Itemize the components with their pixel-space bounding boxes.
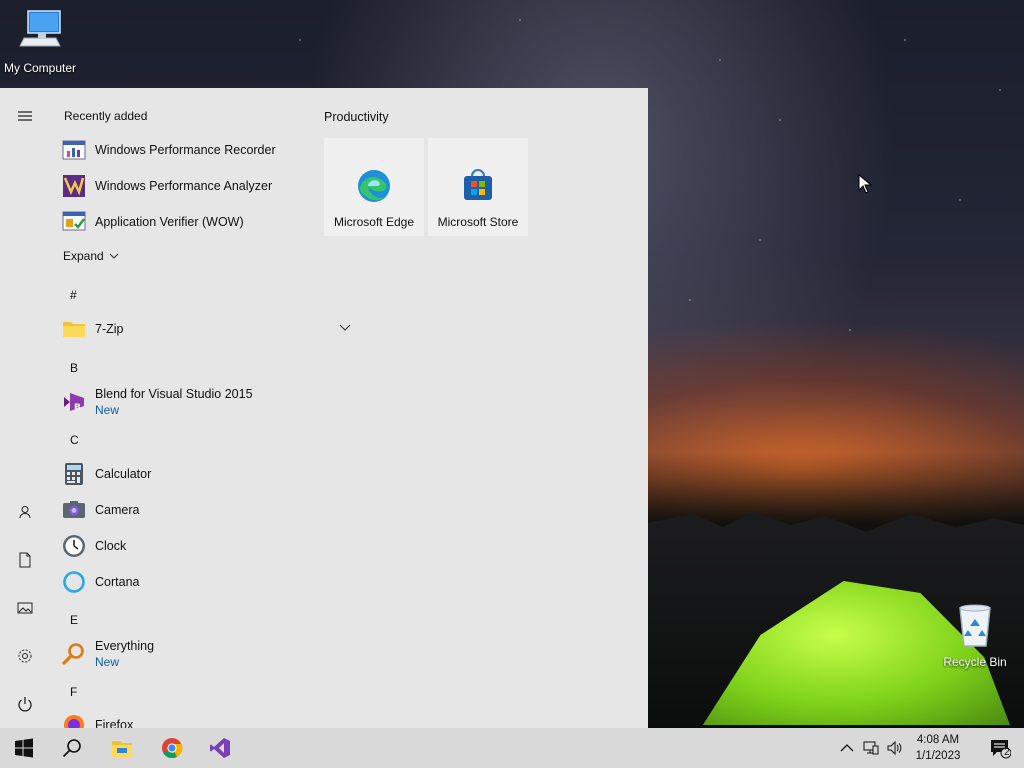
app-name: Windows Performance Recorder <box>95 143 276 157</box>
app-name: Clock <box>95 539 127 553</box>
letter-header-e[interactable]: E <box>70 613 78 627</box>
letter-label: E <box>70 613 79 627</box>
app-name: Cortana <box>95 575 140 589</box>
clock-date: 1/1/2023 <box>915 750 961 762</box>
letter-header-f[interactable]: F <box>70 685 77 699</box>
app-item-performance-analyzer[interactable]: Windows Performance Analyzer <box>62 168 302 204</box>
notification-count: 2 <box>1004 747 1010 758</box>
app-item-everything[interactable]: Everything New <box>62 636 302 672</box>
app-list: Recently added Windows Performance Recor… <box>50 88 351 728</box>
camera-icon <box>62 498 86 522</box>
tile-group-title[interactable]: Productivity <box>324 110 389 124</box>
hamburger-menu-button[interactable] <box>0 96 50 136</box>
tile-microsoft-store[interactable]: Microsoft Store <box>428 138 528 236</box>
app-item-performance-recorder[interactable]: Windows Performance Recorder <box>62 132 302 168</box>
app-item-blend[interactable]: B Blend for Visual Studio 2015 New <box>62 384 302 420</box>
app-item-calculator[interactable]: Calculator <box>62 456 302 492</box>
app-item-application-verifier[interactable]: Application Verifier (WOW) <box>62 204 302 240</box>
svg-text:B: B <box>74 403 81 413</box>
app-name: Calculator <box>95 467 152 481</box>
expand-recent-button[interactable]: Expand <box>63 249 119 263</box>
documents-icon <box>19 552 31 568</box>
letter-label: # <box>70 288 77 302</box>
store-icon <box>464 169 492 200</box>
computer-icon <box>19 10 61 47</box>
letter-header-hash[interactable]: # <box>70 288 77 302</box>
app-name: Application Verifier (WOW) <box>95 215 244 229</box>
edge-icon <box>358 170 390 202</box>
folder-icon <box>62 317 86 341</box>
tile-label: Microsoft Store <box>437 215 519 229</box>
menu-icon <box>18 111 32 121</box>
file-explorer-button[interactable] <box>98 728 146 768</box>
tiles-area: Productivity Microsoft Edge Microsoft St… <box>323 88 643 728</box>
chrome-button[interactable] <box>148 728 196 768</box>
windows-start-icon <box>15 738 33 758</box>
chevron-up-icon[interactable] <box>839 740 855 756</box>
recycle-bin-icon <box>959 604 991 647</box>
clock-time: 4:08 AM <box>916 734 960 746</box>
app-item-firefox[interactable]: Firefox <box>62 707 302 728</box>
pictures-icon <box>17 602 33 614</box>
volume-icon[interactable] <box>887 740 903 756</box>
action-center-button[interactable]: 2 <box>976 728 1024 768</box>
start-menu: Recently added Windows Performance Recor… <box>0 88 648 728</box>
app-item-7-zip[interactable]: 7-Zip <box>62 311 302 347</box>
desktop-icon-recycle-bin[interactable]: Recycle Bin <box>935 602 1015 669</box>
chrome-icon <box>162 738 183 759</box>
firefox-icon <box>62 713 86 728</box>
visual-studio-button[interactable] <box>196 728 244 768</box>
new-badge: New <box>95 403 120 417</box>
app-item-clock[interactable]: Clock <box>62 528 302 564</box>
letter-label: C <box>70 433 79 447</box>
calculator-icon <box>62 462 86 486</box>
start-menu-rail <box>0 88 50 728</box>
search-icon <box>62 739 81 758</box>
app-name: Camera <box>95 503 140 517</box>
new-badge: New <box>95 655 120 669</box>
letter-header-b[interactable]: B <box>70 361 78 375</box>
app-name: Blend for Visual Studio 2015 <box>95 387 253 401</box>
taskbar: 4:08 AM 1/1/2023 2 <box>0 728 1024 768</box>
tile-microsoft-edge[interactable]: Microsoft Edge <box>324 138 424 236</box>
mouse-pointer-icon <box>858 174 872 194</box>
recently-added-heading: Recently added <box>64 109 148 123</box>
tile-label: Microsoft Edge <box>333 215 415 229</box>
cortana-icon <box>62 570 86 594</box>
clock-icon <box>62 534 86 558</box>
everything-search-icon <box>62 642 86 666</box>
blend-icon: B <box>62 390 86 414</box>
pictures-button[interactable] <box>0 588 50 628</box>
user-icon <box>19 506 31 519</box>
network-icon[interactable] <box>863 740 879 756</box>
desktop-icon-label: Recycle Bin <box>943 655 1007 669</box>
performance-recorder-icon <box>62 138 86 162</box>
app-name: Firefox <box>95 718 134 728</box>
settings-button[interactable] <box>0 636 50 676</box>
expand-label: Expand <box>63 249 104 263</box>
performance-analyzer-icon <box>62 174 86 198</box>
app-item-cortana[interactable]: Cortana <box>62 564 302 600</box>
app-name: Everything <box>95 639 155 653</box>
file-explorer-icon <box>112 741 132 757</box>
app-item-camera[interactable]: Camera <box>62 492 302 528</box>
power-button[interactable] <box>0 684 50 724</box>
letter-header-c[interactable]: C <box>70 433 79 447</box>
letter-label: F <box>70 685 78 699</box>
visual-studio-icon <box>210 738 230 758</box>
search-button[interactable] <box>48 728 96 768</box>
desktop-icon-my-computer[interactable]: My Computer <box>0 8 80 75</box>
clock-display[interactable]: 4:08 AM 1/1/2023 <box>906 732 970 764</box>
app-name: Windows Performance Analyzer <box>95 179 273 193</box>
power-icon <box>18 697 32 712</box>
app-name: 7-Zip <box>95 322 124 336</box>
desktop-icon-label: My Computer <box>3 61 77 75</box>
settings-icon <box>18 649 32 663</box>
start-button[interactable] <box>0 728 48 768</box>
app-verifier-icon <box>62 210 86 234</box>
user-account-button[interactable] <box>0 492 50 532</box>
documents-button[interactable] <box>0 540 50 580</box>
chevron-down-icon <box>109 253 119 259</box>
letter-label: B <box>70 361 79 375</box>
